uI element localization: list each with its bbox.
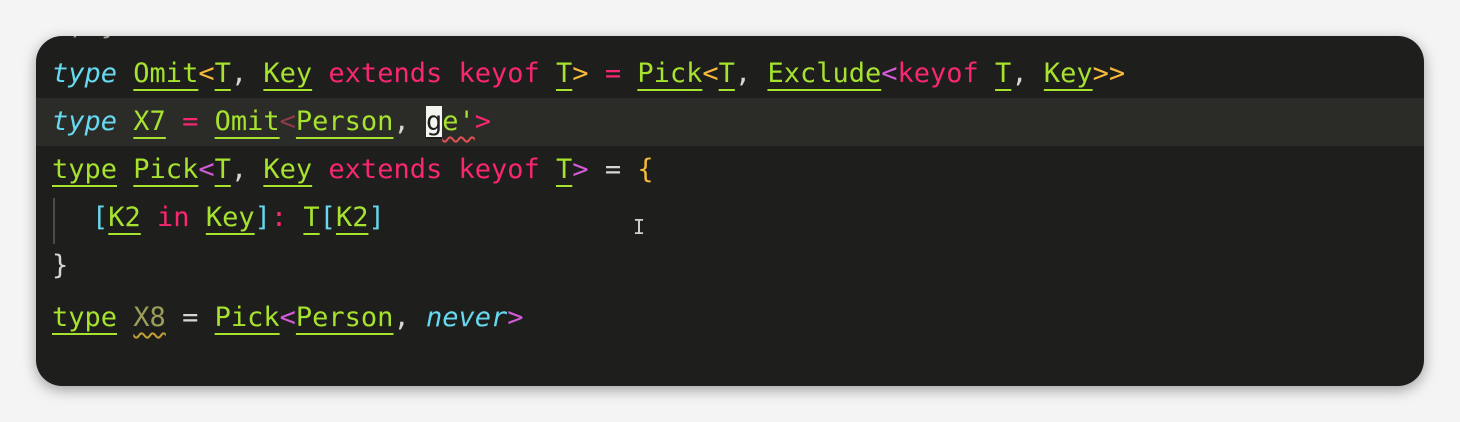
comma: , [393, 302, 426, 333]
identifier-exclude: Exclude [767, 58, 882, 89]
angle-close: > [474, 106, 492, 137]
comma: , [734, 58, 768, 89]
code-line-6[interactable]: type X8 = Pick<Person, never> [52, 294, 524, 342]
brace-close: } [52, 250, 69, 281]
type-ref-t: T [556, 154, 573, 185]
keyword-extends: extends [328, 58, 443, 89]
identifier-person: Person [295, 302, 394, 333]
keyword-type: type [52, 58, 118, 89]
identifier-pick: Pick [133, 154, 199, 185]
bracket-open: [ [92, 202, 109, 233]
text-cursor[interactable]: g [425, 106, 443, 137]
angle-close: > [572, 58, 589, 89]
equals-operator: = [182, 302, 199, 333]
bracket-close: ] [254, 202, 271, 233]
code-line-4[interactable]: [K2 in Key]: T[K2] [92, 194, 385, 242]
type-ref-t: T [995, 58, 1012, 89]
string-fragment-error: e' [442, 106, 475, 137]
keyword-type: type [52, 106, 118, 137]
identifier-k2: K2 [108, 202, 141, 233]
equals-operator: = [604, 58, 622, 89]
colon: : [270, 202, 288, 233]
identifier-pick: Pick [637, 58, 703, 89]
angle-open: < [198, 58, 215, 89]
keyword-keyof: keyof [458, 58, 540, 89]
angle-close-double: >> [1092, 58, 1126, 89]
cropped-code-line: ', } [52, 36, 117, 50]
identifier-omit: Omit [214, 106, 280, 137]
code-line-3[interactable]: type Pick<T, Key extends keyof T> = { [52, 146, 654, 194]
angle-open: < [702, 58, 719, 89]
code-line-5[interactable]: } [52, 242, 68, 290]
comma: , [230, 154, 264, 185]
identifier-x7: X7 [133, 106, 166, 137]
identifier-x8: X8 [133, 302, 166, 333]
type-param-key: Key [263, 154, 313, 185]
brace-open: { [637, 154, 654, 185]
type-ref-t: T [556, 58, 573, 89]
identifier-person: Person [295, 106, 394, 137]
keyword-type: type [52, 302, 118, 333]
angle-close: > [572, 154, 589, 185]
identifier-pick: Pick [214, 302, 280, 333]
keyword-type: type [52, 154, 118, 185]
type-param-key: Key [263, 58, 313, 89]
code-editor[interactable]: ', } type Omit<T, Key extends keyof T> =… [36, 36, 1424, 386]
keyword-keyof: keyof [458, 154, 540, 185]
bracket-close: ] [368, 202, 385, 233]
comma: , [230, 58, 264, 89]
angle-open: < [198, 154, 215, 185]
ibeam-cursor-icon: I [633, 215, 646, 239]
bracket-open: [ [319, 202, 336, 233]
identifier-omit: Omit [133, 58, 199, 89]
keyword-keyof: keyof [897, 58, 979, 89]
angle-open: < [279, 302, 296, 333]
angle-open: < [881, 58, 898, 89]
angle-close: > [507, 302, 524, 333]
keyword-extends: extends [328, 154, 443, 185]
type-ref-t: T [718, 58, 735, 89]
indent-guide [53, 198, 55, 244]
code-line-2[interactable]: type X7 = Omit<Person, ge'> [52, 98, 491, 146]
equals-operator: = [182, 106, 199, 137]
identifier-key: Key [205, 202, 255, 233]
code-line-1[interactable]: type Omit<T, Key extends keyof T> = Pick… [52, 50, 1125, 98]
type-ref-t: T [303, 202, 320, 233]
keyword-in: in [157, 202, 190, 233]
type-param-t: T [214, 154, 231, 185]
identifier-k2: K2 [335, 202, 369, 233]
angle-open: < [279, 106, 296, 137]
equals-operator: = [604, 154, 622, 185]
keyword-never: never [425, 302, 508, 333]
comma: , [393, 106, 426, 137]
type-param-t: T [214, 58, 231, 89]
type-ref-key: Key [1043, 58, 1093, 89]
comma: , [1011, 58, 1044, 89]
